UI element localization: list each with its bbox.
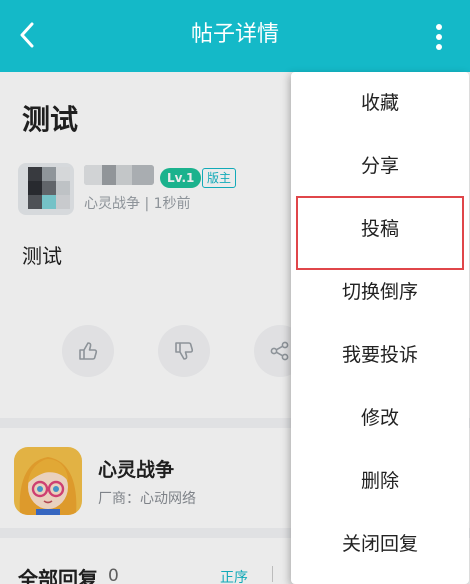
app-header: 帖子详情	[0, 0, 470, 72]
more-menu-button[interactable]	[426, 20, 452, 54]
menu-item-reverse-order[interactable]: 切换倒序	[291, 261, 469, 324]
more-dot-icon	[436, 24, 442, 30]
menu-item-delete[interactable]: 删除	[291, 450, 469, 513]
more-options-menu: 收藏 分享 投稿 切换倒序 我要投诉 修改 删除 关闭回复	[291, 72, 469, 584]
menu-item-edit[interactable]: 修改	[291, 387, 469, 450]
highlight-box	[296, 196, 464, 270]
more-dot-icon	[436, 44, 442, 50]
menu-item-report[interactable]: 我要投诉	[291, 324, 469, 387]
menu-item-close-replies[interactable]: 关闭回复	[291, 513, 469, 576]
page-title: 帖子详情	[190, 22, 279, 47]
more-dot-icon	[436, 34, 442, 40]
menu-item-share[interactable]: 分享	[291, 135, 469, 198]
menu-item-favorite[interactable]: 收藏	[291, 72, 469, 135]
